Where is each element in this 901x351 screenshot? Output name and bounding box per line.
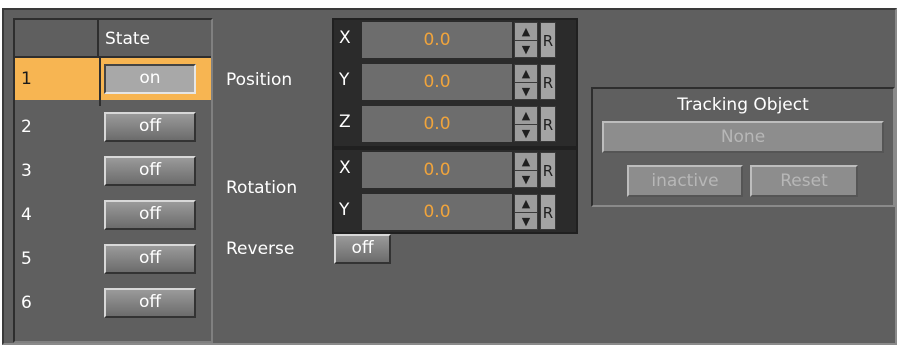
state-row[interactable]: 3 off	[15, 150, 211, 192]
rotation-x-row: X 0.0 ▲ ▼ R	[334, 150, 576, 192]
position-z-reset-button[interactable]: R	[540, 106, 556, 142]
tracking-object-group: Tracking Object None inactive Reset	[591, 87, 895, 207]
rotation-label: Rotation	[226, 178, 298, 198]
triangle-up-icon[interactable]: ▲	[515, 23, 537, 41]
position-x-input[interactable]: 0.0	[362, 22, 512, 58]
triangle-up-icon[interactable]: ▲	[515, 107, 537, 125]
triangle-down-icon[interactable]: ▼	[515, 125, 537, 142]
state-toggle-button[interactable]: off	[104, 288, 196, 318]
row-index: 4	[21, 205, 32, 225]
rotation-x-spinner[interactable]: ▲ ▼	[514, 152, 538, 188]
position-fields: X 0.0 ▲ ▼ R Y 0.0 ▲ ▼ R Z 0.0 ▲ ▼ R	[332, 18, 578, 148]
position-z-input[interactable]: 0.0	[362, 106, 512, 142]
rotation-x-input[interactable]: 0.0	[362, 152, 512, 188]
row-index: 2	[21, 117, 32, 137]
position-y-spinner[interactable]: ▲ ▼	[514, 64, 538, 100]
column-divider	[99, 58, 101, 106]
row-index: 3	[21, 161, 32, 181]
state-table-header: State	[15, 20, 211, 58]
state-toggle-button[interactable]: on	[104, 64, 196, 94]
position-y-row: Y 0.0 ▲ ▼ R	[334, 62, 576, 104]
state-row[interactable]: 1 on	[15, 58, 211, 100]
inactive-button[interactable]: inactive	[627, 165, 743, 197]
triangle-up-icon[interactable]: ▲	[515, 195, 537, 213]
position-z-row: Z 0.0 ▲ ▼ R	[334, 104, 576, 146]
reverse-label: Reverse	[226, 239, 295, 259]
reset-tracking-button[interactable]: Reset	[750, 165, 858, 197]
state-row[interactable]: 5 off	[15, 238, 211, 280]
tracking-object-selector[interactable]: None	[602, 121, 884, 153]
state-row[interactable]: 2 off	[15, 106, 211, 148]
triangle-up-icon[interactable]: ▲	[515, 153, 537, 171]
index-column-header	[15, 20, 99, 56]
axis-label: X	[339, 158, 351, 178]
state-row[interactable]: 6 off	[15, 282, 211, 324]
position-y-reset-button[interactable]: R	[540, 64, 556, 100]
row-index: 1	[21, 69, 32, 89]
axis-label: Y	[339, 70, 350, 90]
position-x-spinner[interactable]: ▲ ▼	[514, 22, 538, 58]
state-toggle-button[interactable]: off	[104, 156, 196, 186]
row-index: 6	[21, 293, 32, 313]
state-column-header: State	[105, 29, 150, 49]
triangle-down-icon[interactable]: ▼	[515, 213, 537, 230]
rotation-y-row: Y 0.0 ▲ ▼ R	[334, 192, 576, 234]
camera-tracking-panel: State 1 on 2 off 3 off 4 off 5 off 6 off…	[2, 8, 897, 345]
triangle-down-icon[interactable]: ▼	[515, 41, 537, 58]
triangle-up-icon[interactable]: ▲	[515, 65, 537, 83]
triangle-down-icon[interactable]: ▼	[515, 171, 537, 188]
triangle-down-icon[interactable]: ▼	[515, 83, 537, 100]
rotation-fields: X 0.0 ▲ ▼ R Y 0.0 ▲ ▼ R	[332, 148, 578, 234]
position-y-input[interactable]: 0.0	[362, 64, 512, 100]
state-table: State 1 on 2 off 3 off 4 off 5 off 6 off	[13, 18, 213, 343]
axis-label: Z	[339, 112, 351, 132]
position-z-spinner[interactable]: ▲ ▼	[514, 106, 538, 142]
state-toggle-button[interactable]: off	[104, 244, 196, 274]
rotation-y-reset-button[interactable]: R	[540, 194, 556, 230]
state-toggle-button[interactable]: off	[104, 112, 196, 142]
state-toggle-button[interactable]: off	[104, 200, 196, 230]
tracking-object-title: Tracking Object	[677, 95, 809, 115]
position-x-reset-button[interactable]: R	[540, 22, 556, 58]
axis-label: Y	[339, 200, 350, 220]
rotation-y-spinner[interactable]: ▲ ▼	[514, 194, 538, 230]
axis-label: X	[339, 28, 351, 48]
reverse-toggle-button[interactable]: off	[334, 234, 391, 264]
position-label: Position	[226, 70, 293, 90]
rotation-x-reset-button[interactable]: R	[540, 152, 556, 188]
row-index: 5	[21, 249, 32, 269]
state-row[interactable]: 4 off	[15, 194, 211, 236]
position-x-row: X 0.0 ▲ ▼ R	[334, 20, 576, 62]
rotation-y-input[interactable]: 0.0	[362, 194, 512, 230]
